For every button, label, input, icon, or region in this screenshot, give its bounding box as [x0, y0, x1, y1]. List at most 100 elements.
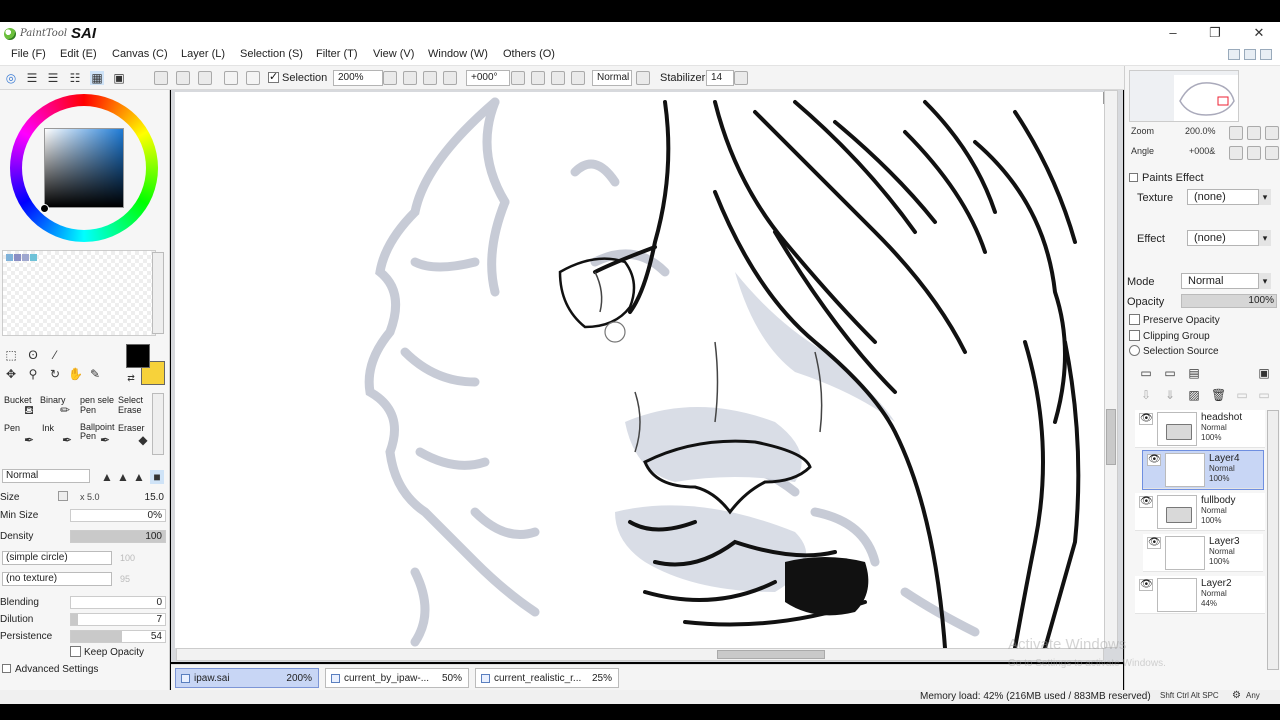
deselect-button[interactable]	[154, 71, 168, 85]
swatch[interactable]	[22, 254, 29, 261]
brush-shape-square-icon[interactable]: ■	[150, 470, 164, 484]
tool-pen[interactable]: Pen	[4, 423, 20, 433]
menu-layer[interactable]: Layer (L)	[181, 48, 225, 60]
zoom-out-button[interactable]	[403, 71, 417, 85]
merge-down-icon[interactable]: ⇓	[1163, 388, 1177, 402]
canvas-vertical-scrollbar[interactable]	[1104, 90, 1118, 648]
size-lock-icon[interactable]	[58, 491, 68, 501]
nav-rotate-reset-button[interactable]	[1265, 146, 1279, 160]
brush-shape-soft-icon[interactable]: ▲	[100, 470, 114, 484]
brush-shape-select[interactable]: (simple circle)	[2, 551, 112, 565]
layer-row-layer2[interactable]: 👁 Layer2 Normal 44%	[1135, 576, 1265, 614]
swatch[interactable]	[6, 254, 13, 261]
tool-scrollbar[interactable]	[152, 393, 164, 455]
rotate-right-button[interactable]	[551, 71, 565, 85]
stabilizer-field[interactable]: 14	[706, 70, 734, 86]
color-picker-handle[interactable]	[40, 204, 49, 213]
zoom-in-button[interactable]	[423, 71, 437, 85]
rect-select-icon[interactable]: ⬚	[4, 348, 18, 362]
keep-opacity-checkbox[interactable]	[70, 646, 81, 657]
zoom-field[interactable]: 200%	[333, 70, 383, 86]
size-multiplier[interactable]: x 5.0	[80, 492, 100, 502]
horizontal-scroll-thumb[interactable]	[717, 650, 825, 659]
preserve-opacity-checkbox[interactable]	[1129, 314, 1140, 325]
clear-selection-button[interactable]	[224, 71, 238, 85]
new-layer-icon[interactable]: ▭	[1139, 366, 1153, 380]
close-icon[interactable]: ✕	[1250, 25, 1268, 41]
layer-row-headshot[interactable]: 👁 headshot Normal 100%	[1135, 410, 1265, 448]
clear-layer-icon[interactable]: ▨	[1187, 388, 1201, 402]
new-linework-layer-icon[interactable]: ▭	[1163, 366, 1177, 380]
menu-edit[interactable]: Edit (E)	[60, 48, 97, 60]
swap-colors-icon[interactable]: ⇄	[124, 371, 138, 385]
rotation-field[interactable]: +000°	[466, 70, 510, 86]
dilution-slider[interactable]: 7	[70, 613, 166, 626]
mdi-minimize-icon[interactable]	[1228, 49, 1240, 60]
magic-wand-icon[interactable]: ⁄	[48, 348, 62, 362]
swatch[interactable]	[30, 254, 37, 261]
visibility-eye-icon[interactable]: 👁	[1139, 496, 1153, 508]
layer-row-fullbody[interactable]: 👁 fullbody Normal 100%	[1135, 493, 1265, 531]
lasso-icon[interactable]: ʘ	[26, 348, 40, 362]
move-icon[interactable]: ✥	[4, 367, 18, 381]
brush-shape-medium-icon[interactable]: ▲	[116, 470, 130, 484]
transfer-down-icon[interactable]: ⇩	[1139, 388, 1153, 402]
nav-zoom-reset-button[interactable]	[1265, 126, 1279, 140]
hand-tool-icon[interactable]: ✋	[68, 367, 83, 381]
clipping-group-toggle[interactable]: Clipping Group	[1129, 330, 1210, 342]
new-folder-icon[interactable]: ▤	[1187, 366, 1201, 380]
blending-slider[interactable]: 0	[70, 596, 166, 609]
nav-zoom-out-button[interactable]	[1229, 126, 1243, 140]
advanced-expand-icon[interactable]	[2, 664, 11, 673]
swatch-list-icon[interactable]: ☷	[68, 71, 82, 85]
menu-filter[interactable]: Filter (T)	[316, 48, 358, 60]
brush-mode-select[interactable]: Normal	[2, 469, 90, 483]
doc-tab-2[interactable]: current_realistic_r... 25%	[475, 668, 619, 688]
layer-list-scrollbar[interactable]	[1267, 410, 1279, 670]
saturation-value-square[interactable]	[40, 128, 124, 213]
vertical-scroll-thumb[interactable]	[1106, 409, 1116, 465]
color-circle-mode-icon[interactable]: ◎	[4, 71, 18, 85]
zoom-tool-icon[interactable]: ⚲	[26, 367, 40, 381]
nav-rotate-left-button[interactable]	[1229, 146, 1243, 160]
layer-panel-menu-icon[interactable]: ▣	[1257, 366, 1271, 380]
selection-source-toggle[interactable]: Selection Source	[1129, 345, 1219, 357]
menu-others[interactable]: Others (O)	[503, 48, 555, 60]
advanced-settings-toggle[interactable]: Advanced Settings	[2, 664, 98, 675]
menu-view[interactable]: View (V)	[373, 48, 414, 60]
menu-canvas[interactable]: Canvas (C)	[112, 48, 168, 60]
color-palette-icon[interactable]: ▦	[90, 71, 104, 85]
tool-ink[interactable]: Ink	[42, 423, 54, 433]
swatch-scrollbar[interactable]	[152, 252, 164, 334]
layer-row-layer3[interactable]: 👁 Layer3 Normal 100%	[1143, 534, 1263, 572]
layer-extra-icon[interactable]: ▭	[1257, 388, 1271, 402]
effect-select[interactable]: (none)	[1187, 230, 1271, 246]
brush-texture-select[interactable]: (no texture)	[2, 572, 112, 586]
clipping-group-checkbox[interactable]	[1129, 330, 1140, 341]
menu-window[interactable]: Window (W)	[428, 48, 488, 60]
mdi-close-icon[interactable]	[1260, 49, 1272, 60]
paints-effect-collapse-icon[interactable]	[1129, 173, 1138, 182]
swatch-palette[interactable]	[2, 250, 156, 336]
undo-button[interactable]	[176, 71, 190, 85]
nav-angle-value[interactable]: +000&	[1189, 146, 1215, 156]
rotate-tool-icon[interactable]: ↻	[48, 367, 62, 381]
canvas-horizontal-scrollbar[interactable]	[176, 648, 1104, 661]
tool-pen-select[interactable]: pen sele	[80, 395, 114, 405]
visibility-eye-icon[interactable]: 👁	[1139, 579, 1153, 591]
visibility-eye-icon[interactable]: 👁	[1147, 454, 1161, 466]
delete-layer-icon[interactable]: 🗑	[1211, 388, 1226, 402]
foreground-color[interactable]	[126, 344, 150, 368]
menu-selection[interactable]: Selection (S)	[240, 48, 303, 60]
size-value[interactable]: 15.0	[145, 492, 164, 503]
mdi-restore-icon[interactable]	[1244, 49, 1256, 60]
swatch[interactable]	[14, 254, 21, 261]
tool-select[interactable]: Select	[118, 395, 143, 405]
restore-icon[interactable]: ❐	[1206, 25, 1224, 41]
visibility-eye-icon[interactable]: 👁	[1147, 537, 1161, 549]
flip-horizontal-button[interactable]	[636, 71, 650, 85]
scratchpad-icon[interactable]: ▣	[112, 71, 126, 85]
layer-row-layer4[interactable]: 👁 Layer4 Normal 100%	[1142, 450, 1264, 490]
zoom-reset-button[interactable]	[443, 71, 457, 85]
visibility-eye-icon[interactable]: 👁	[1139, 413, 1153, 425]
